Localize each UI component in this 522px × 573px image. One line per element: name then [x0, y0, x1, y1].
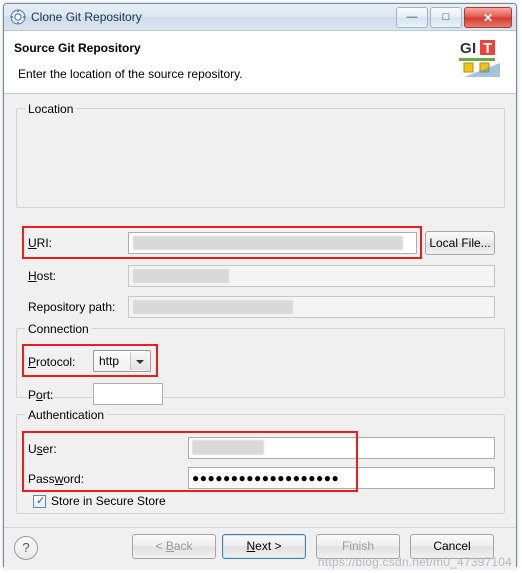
host-label: Host: — [28, 269, 57, 283]
location-group: Location — [16, 102, 505, 208]
repository-path-input[interactable] — [128, 296, 495, 318]
help-button[interactable]: ? — [14, 536, 38, 560]
close-button[interactable]: ✕ — [464, 7, 512, 28]
back-button: < Back — [132, 534, 216, 559]
watermark-text: https://blog.csdn.net/m0_47397104 — [317, 555, 512, 569]
minimize-button[interactable]: — — [396, 7, 428, 28]
connection-group: Connection — [16, 322, 505, 398]
page-subtitle: Enter the location of the source reposit… — [18, 67, 243, 81]
dialog-header: Source Git Repository Enter the location… — [4, 31, 516, 94]
title-bar: Clone Git Repository — □ ✕ — [4, 4, 516, 31]
close-icon: ✕ — [482, 10, 494, 25]
uri-input[interactable] — [128, 232, 417, 254]
dialog-body: Location URI: Local File... Host: Reposi… — [4, 94, 516, 527]
chevron-down-icon[interactable] — [130, 352, 149, 370]
password-label: Password: — [28, 472, 85, 486]
local-file-button[interactable]: Local File... — [425, 231, 495, 255]
protocol-label: Protocol: — [28, 355, 76, 369]
git-repo-icon — [10, 9, 26, 25]
page-title: Source Git Repository — [14, 41, 141, 55]
window-controls: — □ ✕ — [396, 7, 512, 28]
user-input[interactable] — [188, 437, 495, 459]
dialog-footer: ? < Back Next > Finish Cancel https://bl… — [4, 527, 516, 570]
password-input[interactable]: ●●●●●●●●●●●●●●●●●●● — [188, 467, 495, 489]
uri-label: URI: — [28, 236, 53, 250]
git-logo-icon: G I T — [450, 37, 504, 87]
store-secure-store-checkbox[interactable]: ✓ Store in Secure Store — [33, 494, 166, 508]
maximize-button[interactable]: □ — [430, 7, 462, 28]
host-redacted-value — [133, 269, 229, 283]
location-group-title: Location — [25, 102, 77, 116]
user-redacted-value — [192, 440, 264, 455]
uri-redacted-value — [133, 236, 403, 250]
svg-text:I: I — [472, 40, 476, 57]
maximize-icon: □ — [442, 11, 450, 23]
clone-git-repository-dialog: Clone Git Repository — □ ✕ Source Git Re… — [3, 3, 517, 570]
window-title: Clone Git Repository — [31, 10, 142, 24]
repository-path-redacted-value — [133, 300, 293, 314]
protocol-value: http — [99, 354, 120, 368]
minimize-icon: — — [406, 11, 418, 23]
svg-text:T: T — [483, 40, 492, 57]
password-value: ●●●●●●●●●●●●●●●●●●● — [192, 471, 340, 485]
store-secure-store-label: Store in Secure Store — [51, 494, 166, 508]
svg-text:G: G — [460, 40, 472, 57]
checkbox-box[interactable]: ✓ — [33, 494, 46, 508]
check-icon: ✓ — [36, 494, 46, 507]
protocol-select[interactable]: http — [93, 350, 151, 372]
port-label: Port: — [28, 388, 54, 402]
port-input[interactable] — [93, 383, 163, 405]
user-label: User: — [28, 442, 57, 456]
connection-group-title: Connection — [25, 322, 92, 336]
authentication-group-title: Authentication — [25, 408, 108, 422]
next-button[interactable]: Next > — [222, 534, 306, 559]
repository-path-label: Repository path: — [28, 300, 116, 314]
host-input[interactable] — [128, 265, 495, 287]
